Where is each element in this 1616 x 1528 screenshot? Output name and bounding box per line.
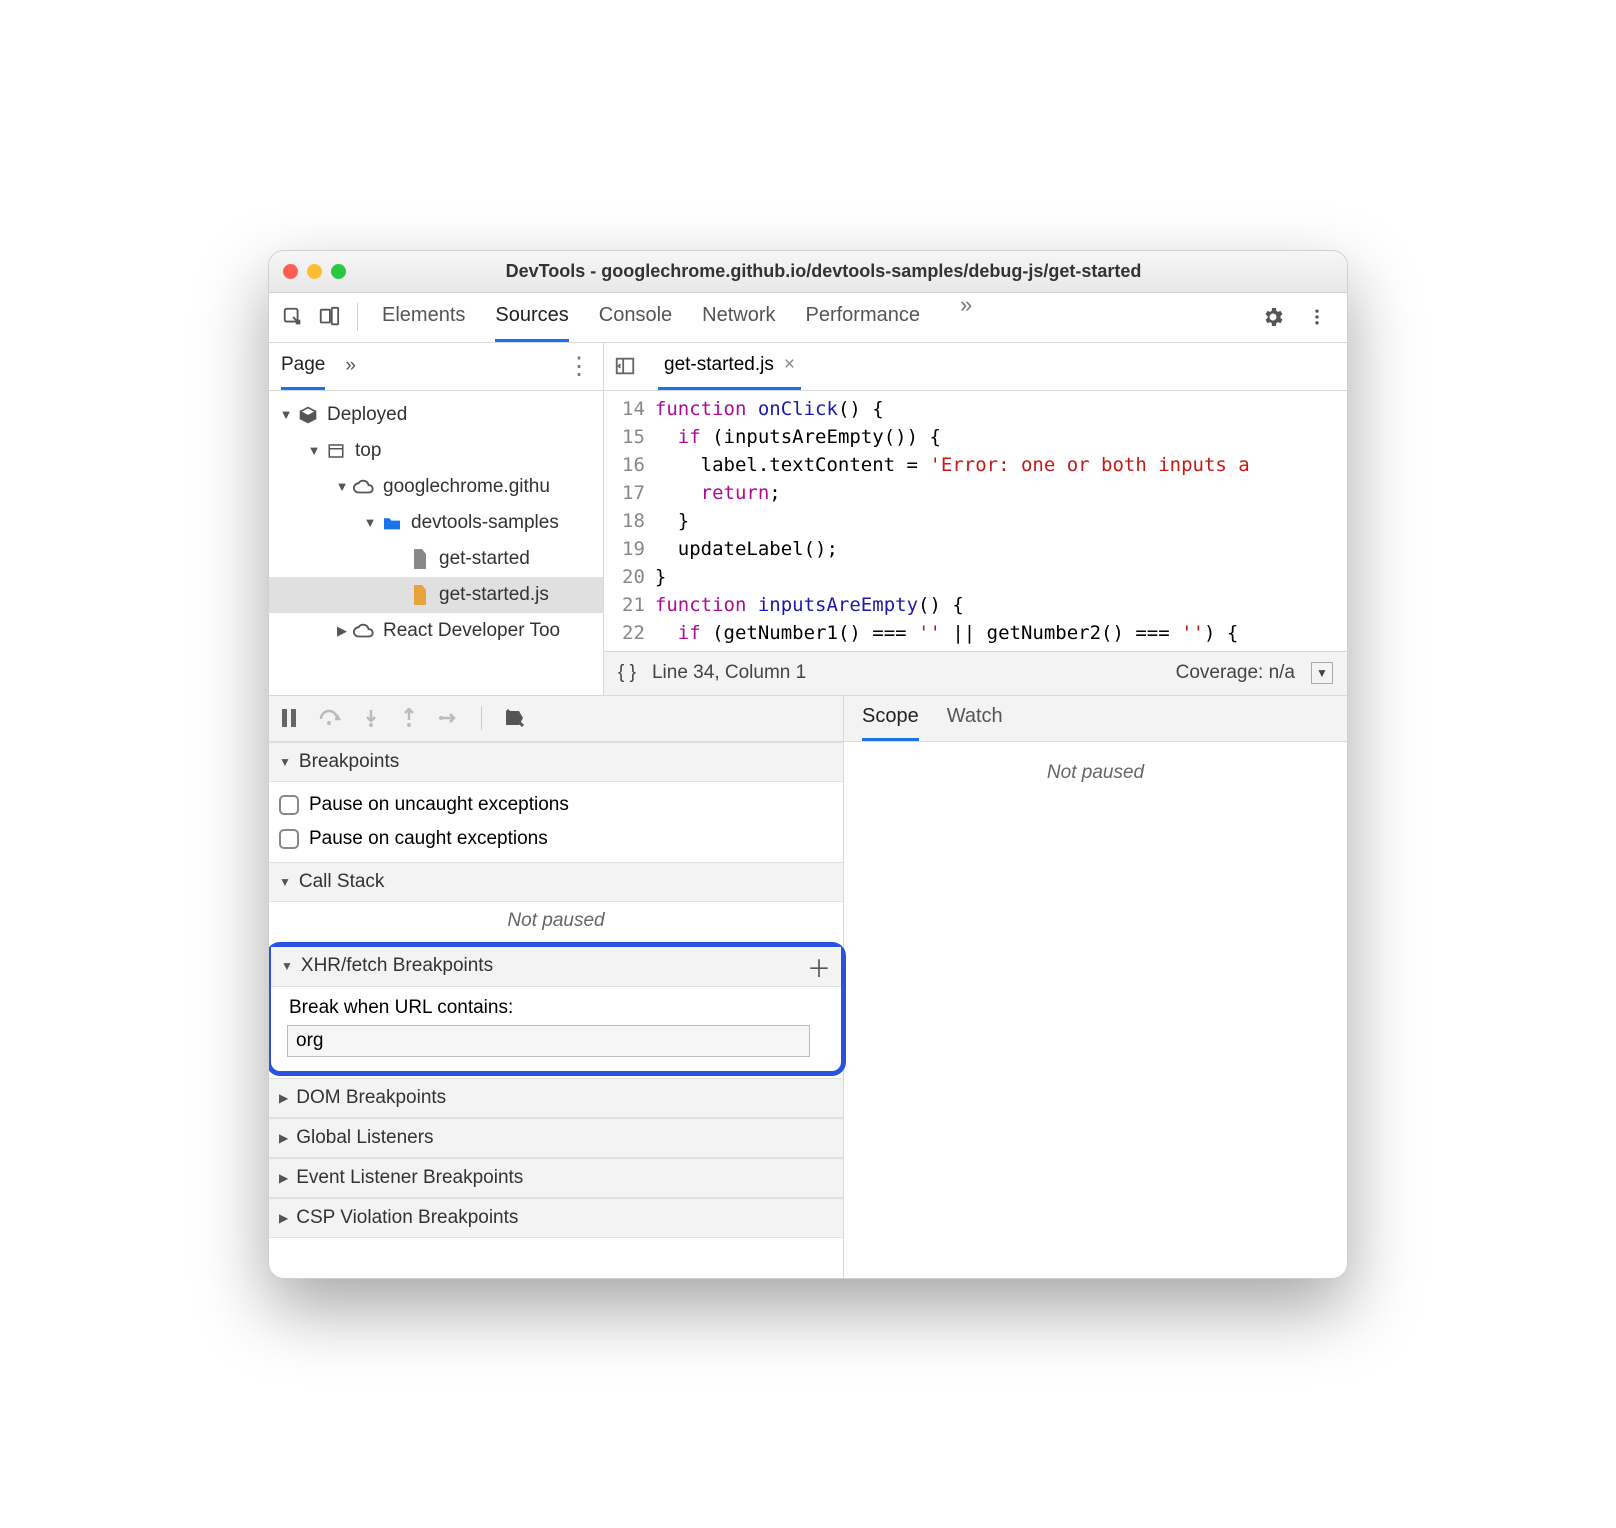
step-over-icon[interactable]	[319, 709, 341, 727]
close-tab-icon[interactable]: ×	[784, 354, 795, 376]
section-csp[interactable]: ▶CSP Violation Breakpoints	[269, 1198, 843, 1238]
content-area: Page » ⋮ ▼Deployed ▼top ▼googlechrome.gi…	[269, 343, 1347, 695]
cloud-icon	[353, 623, 375, 639]
tree-file-html[interactable]: get-started	[269, 541, 603, 577]
scope-pane: Scope Watch Not paused	[844, 696, 1347, 1278]
tree-node-top[interactable]: ▼top	[269, 433, 603, 469]
scope-empty: Not paused	[844, 742, 1347, 792]
tab-watch[interactable]: Watch	[947, 695, 1003, 741]
pause-icon[interactable]	[281, 709, 297, 727]
dropdown-icon[interactable]: ▼	[1311, 662, 1333, 684]
section-xhr[interactable]: ▼XHR/fetch Breakpoints＋	[271, 947, 841, 987]
tree-node-folder[interactable]: ▼devtools-samples	[269, 505, 603, 541]
gear-icon[interactable]	[1259, 305, 1287, 329]
cursor-position: Line 34, Column 1	[652, 662, 806, 684]
tab-sources[interactable]: Sources	[495, 292, 568, 342]
step-icon[interactable]	[439, 711, 459, 725]
tree-node-ext[interactable]: ▶React Developer Too	[269, 613, 603, 649]
section-callstack[interactable]: ▼Call Stack	[269, 862, 843, 902]
titlebar: DevTools - googlechrome.github.io/devtoo…	[269, 251, 1347, 293]
toggle-nav-icon[interactable]	[614, 355, 644, 377]
debugger-area: ▼Breakpoints Pause on uncaught exception…	[269, 695, 1347, 1278]
file-js-icon	[409, 585, 431, 605]
breakpoints-body: Pause on uncaught exceptions Pause on ca…	[269, 782, 843, 862]
step-into-icon[interactable]	[363, 708, 379, 728]
xhr-url-input[interactable]	[287, 1025, 810, 1057]
cloud-icon	[353, 479, 375, 495]
frame-icon	[325, 442, 347, 460]
folder-icon	[381, 515, 403, 531]
device-icon[interactable]	[315, 306, 343, 328]
braces-icon[interactable]: { }	[618, 662, 636, 684]
editor-area: get-started.js × 141516171819202122 func…	[604, 343, 1347, 695]
deactivate-bp-icon[interactable]	[504, 708, 526, 728]
file-icon	[409, 549, 431, 569]
box-icon	[297, 405, 319, 425]
checkbox[interactable]	[279, 795, 299, 815]
file-tab[interactable]: get-started.js ×	[658, 342, 801, 390]
close-dot[interactable]	[283, 264, 298, 279]
devtools-window: DevTools - googlechrome.github.io/devtoo…	[268, 250, 1348, 1279]
code-lines: function onClick() { if (inputsAreEmpty(…	[655, 391, 1250, 651]
main-toolbar: Elements Sources Console Network Perform…	[269, 293, 1347, 343]
tab-page[interactable]: Page	[281, 342, 325, 390]
tab-elements[interactable]: Elements	[382, 292, 465, 342]
code-editor[interactable]: 141516171819202122 function onClick() { …	[604, 391, 1347, 651]
navigator-tabs: Page » ⋮	[269, 343, 603, 391]
step-out-icon[interactable]	[401, 708, 417, 728]
file-tree: ▼Deployed ▼top ▼googlechrome.githu ▼devt…	[269, 391, 603, 655]
gutter: 141516171819202122	[604, 391, 655, 651]
xhr-body: Break when URL contains:	[271, 987, 841, 1071]
tree-node-deployed[interactable]: ▼Deployed	[269, 397, 603, 433]
scope-tabs: Scope Watch	[844, 696, 1347, 742]
window-title: DevTools - googlechrome.github.io/devtoo…	[314, 261, 1333, 282]
navigator-sidebar: Page » ⋮ ▼Deployed ▼top ▼googlechrome.gi…	[269, 343, 604, 695]
more-tabs-icon[interactable]: »	[950, 292, 982, 342]
tab-console[interactable]: Console	[599, 292, 672, 342]
file-tab-label: get-started.js	[664, 354, 774, 376]
tree-node-domain[interactable]: ▼googlechrome.githu	[269, 469, 603, 505]
more-nav-icon[interactable]: »	[345, 355, 356, 377]
editor-tabs: get-started.js ×	[604, 343, 1347, 391]
pause-uncaught-row[interactable]: Pause on uncaught exceptions	[279, 788, 833, 822]
inspect-icon[interactable]	[279, 306, 307, 328]
add-xhr-icon[interactable]: ＋	[807, 949, 831, 984]
separator	[481, 706, 482, 730]
kebab-icon[interactable]: ⋮	[567, 352, 591, 381]
xhr-highlight: ▼XHR/fetch Breakpoints＋ Break when URL c…	[268, 942, 846, 1076]
tree-file-js[interactable]: get-started.js	[269, 577, 603, 613]
xhr-label: Break when URL contains:	[281, 993, 831, 1021]
tab-scope[interactable]: Scope	[862, 695, 919, 741]
tab-performance[interactable]: Performance	[806, 292, 921, 342]
checkbox[interactable]	[279, 829, 299, 849]
kebab-icon[interactable]	[1303, 305, 1331, 329]
debug-toolbar	[269, 696, 843, 742]
main-tabs: Elements Sources Console Network Perform…	[372, 292, 1251, 342]
section-dom[interactable]: ▶DOM Breakpoints	[269, 1078, 843, 1118]
section-global[interactable]: ▶Global Listeners	[269, 1118, 843, 1158]
tab-network[interactable]: Network	[702, 292, 775, 342]
callstack-empty: Not paused	[269, 902, 843, 940]
coverage-label: Coverage: n/a	[1176, 662, 1295, 684]
separator	[357, 303, 358, 331]
section-breakpoints[interactable]: ▼Breakpoints	[269, 742, 843, 782]
debug-pane: ▼Breakpoints Pause on uncaught exception…	[269, 696, 844, 1278]
editor-status: { } Line 34, Column 1 Coverage: n/a ▼	[604, 651, 1347, 695]
section-eventlistener[interactable]: ▶Event Listener Breakpoints	[269, 1158, 843, 1198]
pause-caught-row[interactable]: Pause on caught exceptions	[279, 822, 833, 856]
